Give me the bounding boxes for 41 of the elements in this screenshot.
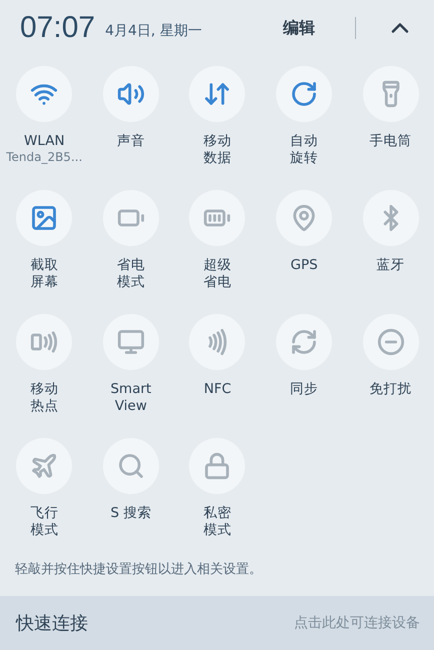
- lock-icon: [203, 452, 232, 480]
- toggle-label: 移动: [203, 133, 232, 150]
- search-icon: [116, 452, 145, 480]
- toggle-label: Smart: [110, 381, 152, 398]
- toggle-label: View: [114, 398, 147, 415]
- toggle-label: 飞行: [30, 505, 58, 522]
- toggle-label: 免打扰: [370, 381, 412, 398]
- toggle-label: 数据: [203, 150, 232, 167]
- toggle-label: 私密: [203, 505, 232, 522]
- toggle-label: 手电筒: [370, 133, 412, 150]
- hint-text: 轻敲并按住快捷设置按钮以进入相关设置。: [14, 561, 263, 579]
- toggle-label: 模式: [203, 522, 232, 539]
- clock-time: 07:07: [20, 11, 96, 45]
- toggle-label: 同步: [290, 381, 318, 398]
- toggle-label: 屏幕: [30, 274, 58, 291]
- toggle-label: 超级: [203, 257, 232, 274]
- toggle-label: 截取: [30, 257, 58, 274]
- screen-icon: [116, 328, 145, 356]
- toggle-label: GPS: [290, 257, 318, 274]
- toggle-label: 旋转: [290, 150, 318, 167]
- toggle-label: WLAN: [24, 133, 65, 150]
- toggle-label: S 搜索: [110, 505, 152, 522]
- toggle-label: 自动: [290, 133, 318, 150]
- date-text: 4月4日, 星期一: [105, 22, 203, 40]
- quick-connect-title: 快速连接: [16, 612, 88, 635]
- toggle-label: 模式: [30, 522, 58, 539]
- toggle-label: 蓝牙: [376, 257, 405, 274]
- edit-button[interactable]: 编辑: [277, 14, 321, 42]
- toggle-label: 移动: [30, 381, 58, 398]
- minus-circle-icon: [376, 328, 405, 356]
- toggle-label: NFC: [204, 381, 232, 398]
- toggle-label: 省电: [203, 274, 232, 291]
- toggle-label: 省电: [116, 257, 145, 274]
- network-name: Tenda_2B5...: [6, 150, 82, 164]
- toggle-label: 声音: [116, 133, 145, 150]
- airplane-icon: [30, 452, 58, 480]
- toggle-label: 模式: [116, 274, 145, 291]
- sync-icon: [290, 328, 318, 356]
- toggle-label: 热点: [30, 398, 58, 415]
- arrows-icon: [203, 80, 232, 108]
- rotate-icon: [290, 80, 318, 108]
